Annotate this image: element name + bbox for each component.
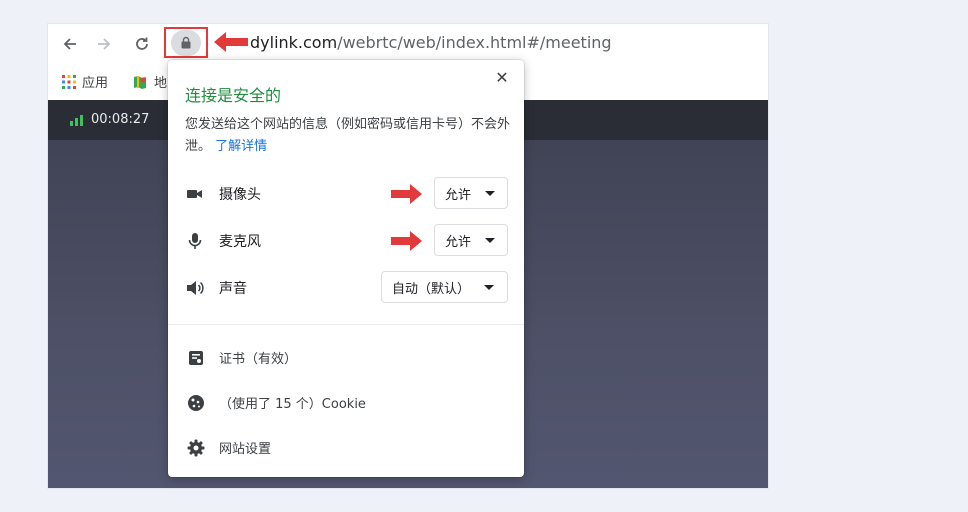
select-value: 自动（默认） <box>392 281 471 297</box>
back-arrow-icon <box>63 38 76 50</box>
bookmark-label: 地 <box>154 76 168 91</box>
annotation-arrow-right-icon <box>391 231 422 251</box>
reload-icon <box>136 37 148 50</box>
bookmark-label: 应用 <box>82 76 109 91</box>
sound-permission-select[interactable]: 自动（默认） <box>381 271 508 303</box>
camera-icon <box>185 184 205 204</box>
back-button[interactable] <box>56 30 84 58</box>
lock-icon <box>181 36 191 49</box>
apps-grid-icon <box>62 74 76 89</box>
learn-more-link[interactable]: 了解详情 <box>215 139 267 154</box>
browser-toolbar: dylink.com/webrtc/web/index.html#/meetin… <box>48 24 768 64</box>
timer-text: 00:08:27 <box>91 112 150 127</box>
url-path: /webrtc/web/index.html#/meeting <box>337 33 612 52</box>
certificate-icon <box>187 349 205 367</box>
certificate-item[interactable]: 证书（有效） <box>187 348 297 367</box>
forward-arrow-icon <box>98 38 111 50</box>
permission-label: 摄像头 <box>219 187 261 203</box>
maps-icon <box>134 75 146 89</box>
site-settings-item[interactable]: 网站设置 <box>187 438 271 457</box>
reload-button[interactable] <box>128 30 156 58</box>
item-label: 证书（有效） <box>219 352 298 367</box>
site-info-popup: ✕ 连接是安全的 您发送给这个网站的信息（例如密码或信用卡号）不会外泄。 了解详… <box>168 60 524 477</box>
camera-permission-select[interactable]: 允许 <box>434 177 508 209</box>
permission-microphone: 麦克风 允许 <box>185 224 508 258</box>
annotation-arrow-left-icon <box>214 32 248 52</box>
bookmark-maps[interactable]: 地 <box>132 72 167 91</box>
forward-button[interactable] <box>90 30 118 58</box>
cookie-item[interactable]: （使用了 15 个）Cookie <box>187 393 366 412</box>
microphone-icon <box>185 231 205 251</box>
address-bar[interactable]: dylink.com/webrtc/web/index.html#/meetin… <box>250 33 612 52</box>
meeting-timer: 00:08:27 <box>70 112 149 127</box>
permission-camera: 摄像头 允许 <box>185 177 508 211</box>
signal-strength-icon <box>70 114 83 126</box>
speaker-icon <box>185 278 205 298</box>
chevron-down-icon <box>485 190 496 196</box>
permission-label: 声音 <box>219 281 247 297</box>
url-host: dylink.com <box>250 33 338 52</box>
site-info-button-highlight[interactable] <box>164 27 208 58</box>
connection-description: 您发送给这个网站的信息（例如密码或信用卡号）不会外泄。 了解详情 <box>185 114 515 158</box>
annotation-arrow-right-icon <box>391 184 422 204</box>
select-value: 允许 <box>445 187 472 203</box>
cookie-icon <box>187 394 205 412</box>
permission-label: 麦克风 <box>219 234 261 250</box>
connection-secure-title: 连接是安全的 <box>185 86 282 105</box>
item-label: 网站设置 <box>219 442 272 457</box>
microphone-permission-select[interactable]: 允许 <box>434 224 508 256</box>
site-info-button[interactable] <box>171 29 201 56</box>
chevron-down-icon <box>484 284 495 290</box>
permission-sound: 声音 自动（默认） <box>185 271 508 305</box>
chevron-down-icon <box>485 237 496 243</box>
select-value: 允许 <box>445 234 472 250</box>
item-label: （使用了 15 个）Cookie <box>219 397 366 412</box>
section-divider <box>168 324 524 325</box>
close-icon[interactable]: ✕ <box>492 68 512 88</box>
gear-icon <box>187 439 205 457</box>
bookmark-apps[interactable]: 应用 <box>62 72 108 91</box>
